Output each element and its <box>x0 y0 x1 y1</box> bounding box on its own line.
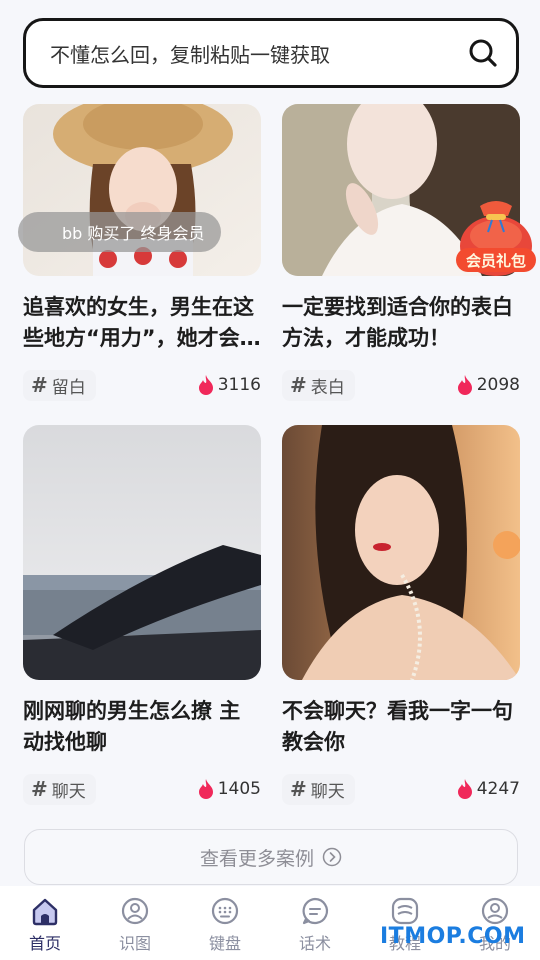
like-number: 2098 <box>476 375 520 395</box>
chevron-right-circle-icon <box>322 847 342 867</box>
article-title: 追喜欢的女生，男生在这些地方“用力”，她才会… <box>23 295 261 350</box>
watermark-text: ITMOP.COM <box>380 924 526 949</box>
view-more-button[interactable]: 查看更多案例 <box>24 829 518 885</box>
article-tag[interactable]: # 聊天 <box>282 773 355 805</box>
gift-label: 会员礼包 <box>465 252 526 270</box>
hash-icon: # <box>31 777 48 801</box>
profile-icon <box>481 897 509 925</box>
article-image <box>282 425 520 680</box>
hash-icon: # <box>290 373 307 397</box>
article-tag[interactable]: # 留白 <box>23 369 96 401</box>
like-number: 4247 <box>476 779 520 799</box>
tab-label: 话术 <box>298 934 331 953</box>
tab-image-recognize[interactable]: 识图 <box>90 886 180 960</box>
like-count: 3116 <box>198 375 261 395</box>
view-more-label: 查看更多案例 <box>199 847 314 870</box>
tab-label: 识图 <box>118 934 151 953</box>
like-count: 2098 <box>457 375 520 395</box>
article-title: 一定要找到适合你的表白方法，才能成功！ <box>282 295 513 350</box>
hash-icon: # <box>31 373 48 397</box>
purchase-toast: bb 购买了 终身会员 <box>18 212 221 252</box>
keyboard-icon <box>211 897 239 925</box>
home-icon <box>32 898 58 926</box>
search-icon[interactable] <box>468 38 498 68</box>
search-hint: 不懂怎么回，复制粘贴一键获取 <box>50 42 330 67</box>
tag-label: 聊天 <box>51 781 86 802</box>
vip-gift-button[interactable]: 会员礼包 <box>452 196 540 280</box>
like-count: 1405 <box>198 779 261 799</box>
article-card[interactable]: 刚网聊的男生怎么撩 主动找他聊 # 聊天 1405 <box>23 425 261 805</box>
tab-label: 首页 <box>28 934 61 953</box>
tag-label: 聊天 <box>310 781 345 802</box>
article-tag[interactable]: # 聊天 <box>23 773 96 805</box>
tab-chat-script[interactable]: 话术 <box>270 886 360 960</box>
flame-icon <box>198 779 213 799</box>
article-tag[interactable]: # 表白 <box>282 369 355 401</box>
tab-keyboard[interactable]: 键盘 <box>180 886 270 960</box>
tag-label: 表白 <box>310 377 345 398</box>
flame-icon <box>198 375 213 395</box>
article-card[interactable]: 不会聊天？看我一字一句教会你 # 聊天 4247 <box>282 425 520 805</box>
tab-label: 键盘 <box>208 934 241 953</box>
search-bar[interactable]: 不懂怎么回，复制粘贴一键获取 <box>23 18 519 88</box>
article-title: 不会聊天？看我一字一句教会你 <box>282 699 513 754</box>
tutorial-icon <box>391 897 419 925</box>
article-card[interactable]: 追喜欢的女生，男生在这些地方“用力”，她才会… # 留白 3116 <box>23 104 261 401</box>
flame-icon <box>457 375 472 395</box>
chat-script-icon <box>302 897 329 925</box>
tab-home[interactable]: 首页 <box>0 886 90 960</box>
like-number: 3116 <box>217 375 261 395</box>
image-recognize-icon <box>121 897 149 925</box>
like-count: 4247 <box>457 779 520 799</box>
hash-icon: # <box>290 777 307 801</box>
article-image <box>23 425 261 680</box>
flame-icon <box>457 779 472 799</box>
article-title: 刚网聊的男生怎么撩 主动找他聊 <box>23 699 241 754</box>
tag-label: 留白 <box>51 377 86 398</box>
like-number: 1405 <box>217 779 261 799</box>
